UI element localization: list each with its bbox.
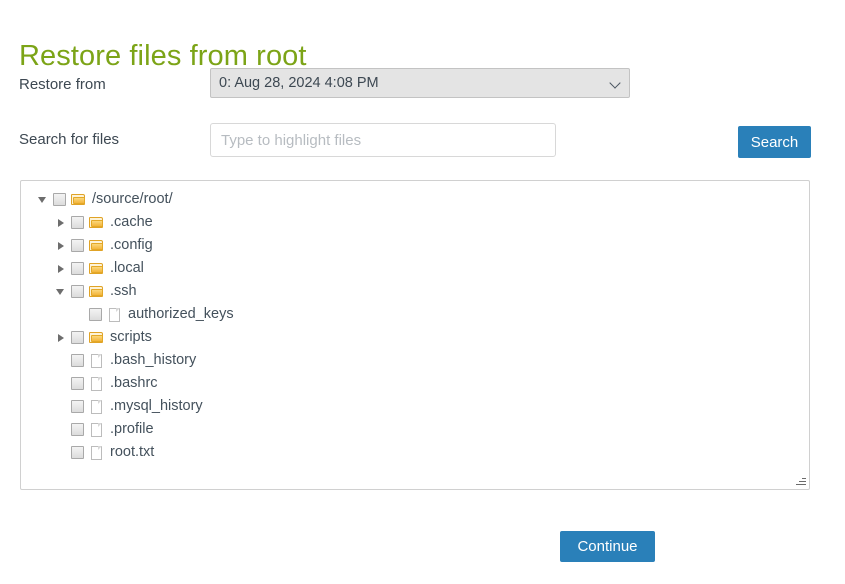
continue-button[interactable]: Continue <box>560 531 655 562</box>
tree-row-label: authorized_keys <box>128 303 234 326</box>
file-icon <box>89 446 105 460</box>
file-icon <box>89 354 105 368</box>
folder-icon <box>71 193 87 207</box>
restore-from-label: Restore from <box>19 76 106 93</box>
expand-triangle-icon[interactable] <box>55 257 71 280</box>
folder-icon <box>89 216 105 230</box>
twisty-spacer <box>55 349 71 372</box>
tree-row-label: root.txt <box>110 441 154 464</box>
twisty-spacer <box>55 418 71 441</box>
folder-icon <box>89 262 105 276</box>
restore-from-select[interactable]: 0: Aug 28, 2024 4:08 PM <box>210 68 630 98</box>
expand-triangle-icon[interactable] <box>55 211 71 234</box>
tree-row-label: .local <box>110 257 144 280</box>
tree-checkbox[interactable] <box>71 446 84 459</box>
folder-icon <box>89 285 105 299</box>
search-button[interactable]: Search <box>738 126 811 158</box>
folder-icon <box>89 331 105 345</box>
tree-row[interactable]: scripts <box>21 326 809 349</box>
tree-row-label: .ssh <box>110 280 137 303</box>
resize-grip-icon[interactable] <box>794 474 806 486</box>
tree-checkbox[interactable] <box>71 285 84 298</box>
file-icon <box>89 423 105 437</box>
tree-checkbox[interactable] <box>71 423 84 436</box>
expand-triangle-icon[interactable] <box>55 326 71 349</box>
tree-row-label: .bash_history <box>110 349 196 372</box>
tree-row-label: .mysql_history <box>110 395 203 418</box>
collapse-triangle-icon[interactable] <box>37 188 53 211</box>
search-input[interactable] <box>210 123 556 157</box>
tree-row[interactable]: .bash_history <box>21 349 809 372</box>
tree-row[interactable]: .ssh <box>21 280 809 303</box>
tree-row[interactable]: .config <box>21 234 809 257</box>
tree-row[interactable]: .local <box>21 257 809 280</box>
tree-checkbox[interactable] <box>71 331 84 344</box>
tree-checkbox[interactable] <box>89 308 102 321</box>
tree-row-label: .bashrc <box>110 372 158 395</box>
collapse-triangle-icon[interactable] <box>55 280 71 303</box>
twisty-spacer <box>55 441 71 464</box>
file-tree-panel[interactable]: /source/root/.cache.config.local.sshauth… <box>20 180 810 490</box>
restore-from-row: Restore from 0: Aug 28, 2024 4:08 PM <box>0 68 845 108</box>
tree-row[interactable]: .profile <box>21 418 809 441</box>
tree-row-label: .cache <box>110 211 153 234</box>
file-icon <box>89 377 105 391</box>
twisty-spacer <box>55 395 71 418</box>
expand-triangle-icon[interactable] <box>55 234 71 257</box>
search-for-files-row: Search for files Search <box>0 123 845 163</box>
tree-row-label: scripts <box>110 326 152 349</box>
tree-row[interactable]: authorized_keys <box>21 303 809 326</box>
tree-row-label: /source/root/ <box>92 188 173 211</box>
folder-icon <box>89 239 105 253</box>
tree-checkbox[interactable] <box>71 354 84 367</box>
tree-checkbox[interactable] <box>71 262 84 275</box>
twisty-spacer <box>55 372 71 395</box>
tree-row[interactable]: .bashrc <box>21 372 809 395</box>
tree-checkbox[interactable] <box>53 193 66 206</box>
tree-checkbox[interactable] <box>71 216 84 229</box>
restore-from-select-wrapper[interactable]: 0: Aug 28, 2024 4:08 PM <box>210 68 630 98</box>
tree-row[interactable]: .cache <box>21 211 809 234</box>
tree-row[interactable]: /source/root/ <box>21 188 809 211</box>
tree-row-label: .profile <box>110 418 154 441</box>
tree-checkbox[interactable] <box>71 239 84 252</box>
tree-checkbox[interactable] <box>71 400 84 413</box>
tree-row[interactable]: root.txt <box>21 441 809 464</box>
file-icon <box>107 308 123 322</box>
file-icon <box>89 400 105 414</box>
tree-row[interactable]: .mysql_history <box>21 395 809 418</box>
file-tree-list: /source/root/.cache.config.local.sshauth… <box>21 181 809 464</box>
tree-checkbox[interactable] <box>71 377 84 390</box>
tree-row-label: .config <box>110 234 153 257</box>
search-for-files-label: Search for files <box>19 131 119 148</box>
twisty-spacer <box>73 303 89 326</box>
